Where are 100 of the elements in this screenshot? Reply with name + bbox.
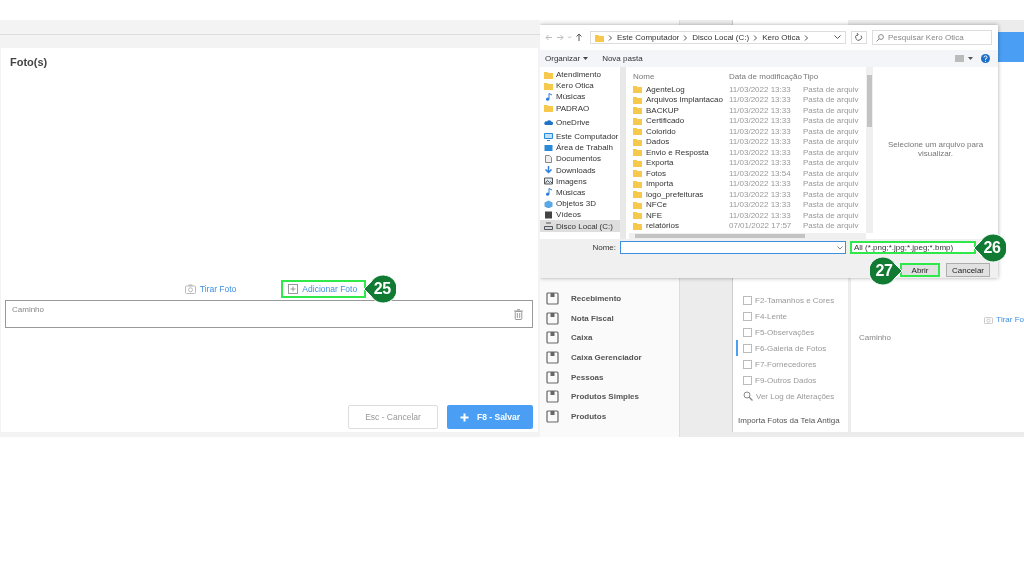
search-field[interactable]: Pesquisar Kero Otica xyxy=(872,30,992,45)
column-header[interactable]: Data de modificação xyxy=(729,71,803,81)
section-title: Foto(s) xyxy=(9,55,49,68)
cube-icon xyxy=(544,199,553,208)
square-icon xyxy=(743,311,752,321)
file-name[interactable]: Arquivos Implantacao xyxy=(629,95,729,105)
sidebar-item[interactable]: Pessoas xyxy=(540,367,679,387)
breadcrumb-item[interactable]: Este Computador xyxy=(617,33,680,42)
chevron-icon xyxy=(753,34,759,41)
navigation-item[interactable]: Este Computador xyxy=(540,130,620,143)
navigation-item[interactable]: Imagens xyxy=(540,175,620,187)
file-name[interactable]: Exporta xyxy=(629,158,729,168)
navigation-item[interactable]: Músicas xyxy=(540,91,620,103)
file-name[interactable]: Certificado xyxy=(629,116,729,126)
sidebar-item[interactable]: Caixa Gerenciador xyxy=(540,347,679,368)
navigation-item[interactable]: Downloads xyxy=(540,164,620,176)
table-cell-text: 11/03/2022 13:33 xyxy=(729,210,792,220)
caret-icon[interactable] xyxy=(834,35,841,40)
toolbar-button[interactable]: Organizar xyxy=(545,54,589,63)
file-name-field[interactable] xyxy=(620,241,846,254)
box-icon xyxy=(546,390,559,404)
plus-icon xyxy=(460,412,469,422)
file-name[interactable]: relatórios xyxy=(629,221,729,231)
table-cell-text: Pasta de arquiv xyxy=(803,179,860,189)
table-cell-text: 11/03/2022 13:33 xyxy=(729,84,792,94)
file-name[interactable]: AgenteLog xyxy=(629,84,729,94)
navigation-item[interactable]: Músicas xyxy=(540,186,620,199)
scrollbar[interactable] xyxy=(629,233,866,239)
navigation-item[interactable]: Área de Trabalh xyxy=(540,142,620,154)
table-cell-text: Pasta de arquiv xyxy=(803,189,860,199)
breadcrumb-item[interactable]: Kero Otica xyxy=(762,33,800,42)
column-header[interactable]: Tipo xyxy=(803,71,863,81)
file-name[interactable]: Colorido xyxy=(629,126,729,136)
file-name[interactable]: NFE xyxy=(629,210,729,220)
table-cell-text: Pasta de arquiv xyxy=(803,221,860,231)
file-name[interactable]: NFCe xyxy=(629,200,729,210)
table-cell-text: Pasta de arquiv xyxy=(803,137,860,147)
file-type-dropdown[interactable]: All (*.png;*.jpg;*.jpeg;*.bmp) xyxy=(850,241,976,254)
cloud-icon xyxy=(544,118,553,127)
table-cell-text: Pasta de arquiv xyxy=(803,168,860,178)
table-cell-text: 11/03/2022 13:33 xyxy=(729,105,792,115)
refresh-icon[interactable] xyxy=(851,31,867,44)
cancel-button[interactable]: Cancelar xyxy=(946,263,990,277)
scrollbar[interactable] xyxy=(620,67,626,239)
preview-hint: Selecione um arquivo para visualizar. xyxy=(886,140,985,158)
scrollbar[interactable] xyxy=(866,67,873,233)
take-photo-button[interactable]: Tirar Fo xyxy=(984,315,1024,324)
sidebar-item[interactable]: Recebimento xyxy=(540,288,679,309)
import-photos-button[interactable]: Importa Fotos da Tela Antiga xyxy=(736,416,848,425)
chevron-icon xyxy=(608,34,613,41)
square-icon xyxy=(743,343,752,353)
navigation-item[interactable]: OneDrive xyxy=(540,116,620,128)
add-photo-button[interactable]: Adicionar Foto xyxy=(281,280,367,298)
file-name[interactable]: BACKUP xyxy=(629,105,729,115)
breadcrumb-item[interactable]: Disco Local (C:) xyxy=(692,33,750,42)
table-cell-text: Pasta de arquiv xyxy=(803,200,860,210)
table-cell-text: Pasta de arquiv xyxy=(803,147,860,157)
table-cell-text: Pasta de arquiv xyxy=(803,105,860,115)
toolbar-button[interactable]: Nova pasta xyxy=(602,54,643,63)
table-cell-text: 11/03/2022 13:33 xyxy=(729,158,792,168)
sidebar-item[interactable]: Produtos xyxy=(540,406,679,426)
film-icon xyxy=(544,210,553,219)
navigation-item[interactable]: Atendimento xyxy=(540,69,620,81)
navigation-item[interactable]: Disco Local (C:) xyxy=(540,220,620,232)
navigation-item[interactable]: Kero Otica xyxy=(540,80,620,92)
address-bar[interactable]: Este Computador Disco Local (C:) Kero Otica xyxy=(590,31,846,44)
box-icon xyxy=(546,292,559,306)
download-icon xyxy=(544,166,553,175)
file-name[interactable]: logo_prefeituras xyxy=(629,189,729,199)
column-header[interactable]: Nome xyxy=(629,71,729,81)
table-cell-text: 11/03/2022 13:33 xyxy=(729,147,792,157)
music-note-icon xyxy=(544,188,553,197)
field-label: Nome: xyxy=(591,243,616,252)
box-icon xyxy=(546,350,559,364)
path-field[interactable]: Caminho xyxy=(5,300,533,328)
help-icon[interactable] xyxy=(981,54,990,63)
sidebar-item[interactable]: Caixa xyxy=(540,328,679,348)
trash-icon[interactable] xyxy=(514,309,523,320)
file-name[interactable]: Envio e Resposta xyxy=(629,147,729,157)
table-cell-text: 11/03/2022 13:33 xyxy=(729,189,792,199)
table-cell-text: 11/03/2022 13:33 xyxy=(729,95,792,105)
sidebar-item[interactable]: Produtos Simples xyxy=(540,386,679,407)
camera-icon xyxy=(984,315,994,324)
step-badge: 26 xyxy=(974,233,1006,262)
document-icon xyxy=(544,154,553,163)
file-name[interactable]: Fotos xyxy=(629,168,729,178)
table-cell-text: 07/01/2022 17:57 xyxy=(729,221,793,231)
navigation-item[interactable]: Documentos xyxy=(540,153,620,165)
music-note-icon xyxy=(544,92,553,101)
navigation-item[interactable]: Objetos 3D xyxy=(540,198,620,210)
file-name[interactable]: Importa xyxy=(629,179,729,189)
file-name[interactable]: Dados xyxy=(629,137,729,147)
view-options-icon[interactable] xyxy=(955,55,973,62)
sidebar-item[interactable]: Nota Fiscal xyxy=(540,308,679,329)
desktop-icon xyxy=(544,143,553,152)
navigation-item[interactable]: PADRAO xyxy=(540,102,620,114)
take-photo-button[interactable]: Tirar Foto xyxy=(177,280,246,298)
open-button[interactable]: Abrir xyxy=(900,263,940,277)
caret-icon[interactable] xyxy=(837,246,843,250)
navigation-item[interactable]: Vídeos xyxy=(540,209,620,221)
